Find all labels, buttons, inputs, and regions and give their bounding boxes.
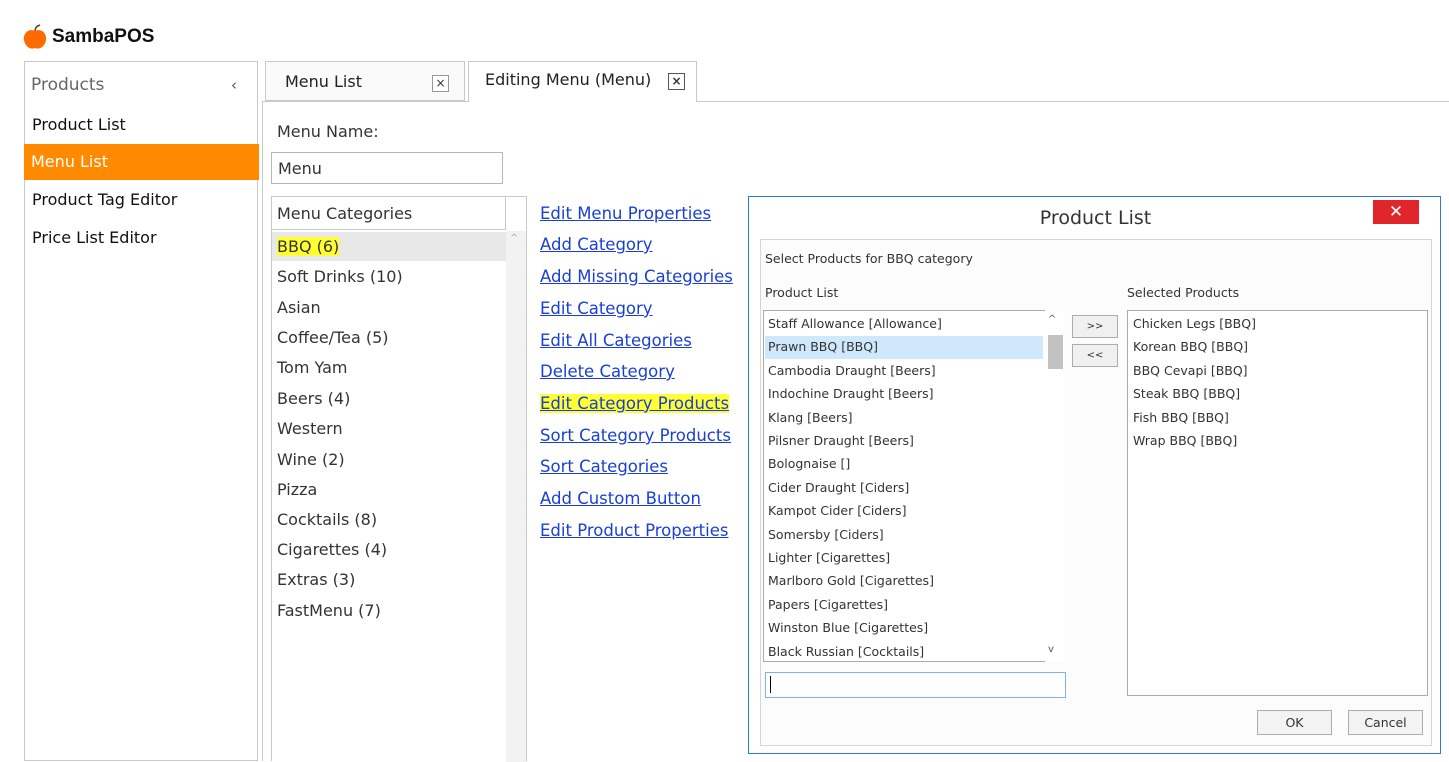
sidebar-collapse-icon[interactable]: ‹: [231, 76, 237, 94]
tab-label: Menu List: [285, 72, 362, 91]
product-item[interactable]: Bolognaise []: [768, 452, 850, 475]
category-item[interactable]: Cocktails (8): [277, 505, 377, 535]
content-border: [262, 101, 263, 761]
product-search-input[interactable]: [765, 672, 1066, 698]
category-item[interactable]: Beers (4): [277, 384, 350, 414]
edit-category-products-link[interactable]: Edit Category Products: [540, 394, 730, 413]
tab-strip-border: [262, 101, 1449, 102]
category-item[interactable]: FastMenu (7): [277, 596, 381, 626]
category-item[interactable]: Cigarettes (4): [277, 535, 387, 565]
product-list-box[interactable]: Staff Allowance [Allowance] Prawn BBQ [B…: [763, 310, 1064, 663]
product-list-scrollbar[interactable]: ^ v: [1044, 311, 1064, 661]
sidebar-title: Products: [31, 75, 105, 95]
selected-product-item[interactable]: Steak BBQ [BBQ]: [1133, 382, 1240, 405]
delete-category-link[interactable]: Delete Category: [540, 362, 675, 381]
sidebar-item-product-list[interactable]: Product List: [25, 107, 259, 143]
product-list-dialog: Product List ✕ Select Products for BBQ c…: [748, 196, 1441, 754]
product-list-label: Product List: [765, 285, 839, 300]
category-item[interactable]: Wine (2): [277, 445, 345, 475]
menu-name-input[interactable]: Menu: [271, 152, 503, 184]
selected-product-item[interactable]: Wrap BBQ [BBQ]: [1133, 429, 1237, 452]
add-custom-button-link[interactable]: Add Custom Button: [540, 489, 701, 508]
ok-button[interactable]: OK: [1257, 710, 1332, 735]
close-icon[interactable]: ×: [668, 73, 685, 90]
dialog-title: Product List: [1039, 207, 1152, 229]
tab-label: Editing Menu (Menu): [485, 70, 652, 89]
product-item[interactable]: Prawn BBQ [BBQ]: [768, 335, 878, 358]
sort-categories-link[interactable]: Sort Categories: [540, 457, 668, 476]
sidebar-item-price-list-editor[interactable]: Price List Editor: [25, 220, 259, 256]
selected-product-item[interactable]: Korean BBQ [BBQ]: [1133, 335, 1248, 358]
menu-categories-list: Menu Categories ^ BBQ (6) Soft Drinks (1…: [271, 196, 527, 762]
selected-product-item[interactable]: Fish BBQ [BBQ]: [1133, 406, 1229, 429]
scroll-up-icon[interactable]: ^: [1048, 314, 1056, 325]
dialog-close-button[interactable]: ✕: [1373, 200, 1419, 224]
tab-menu-list[interactable]: Menu List ×: [265, 61, 465, 101]
category-item[interactable]: Coffee/Tea (5): [277, 323, 389, 353]
edit-menu-properties-link[interactable]: Edit Menu Properties: [540, 204, 711, 223]
edit-category-link[interactable]: Edit Category: [540, 299, 653, 318]
cancel-button[interactable]: Cancel: [1348, 710, 1423, 735]
sambapos-logo-icon: [23, 24, 47, 49]
sidebar-header: Products ‹: [25, 62, 257, 107]
menu-categories-header: Menu Categories: [272, 197, 506, 230]
product-item[interactable]: Cambodia Draught [Beers]: [768, 359, 936, 382]
product-item[interactable]: Papers [Cigarettes]: [768, 593, 888, 616]
product-item[interactable]: Lighter [Cigarettes]: [768, 546, 890, 569]
product-item[interactable]: Marlboro Gold [Cigarettes]: [768, 569, 934, 592]
category-item[interactable]: BBQ (6): [277, 232, 340, 262]
app-title: SambaPOS: [52, 26, 155, 47]
close-icon[interactable]: ×: [432, 75, 449, 92]
product-item[interactable]: Somersby [Ciders]: [768, 523, 884, 546]
selected-product-item[interactable]: Chicken Legs [BBQ]: [1133, 312, 1256, 335]
selected-product-item[interactable]: BBQ Cevapi [BBQ]: [1133, 359, 1248, 382]
product-item[interactable]: Indochine Draught [Beers]: [768, 382, 934, 405]
add-missing-categories-link[interactable]: Add Missing Categories: [540, 267, 733, 286]
product-item[interactable]: Klang [Beers]: [768, 406, 853, 429]
categories-scrollbar[interactable]: ^: [506, 231, 526, 762]
category-item[interactable]: Extras (3): [277, 565, 355, 595]
menu-name-label: Menu Name:: [277, 122, 379, 141]
category-item[interactable]: Pizza: [277, 475, 317, 505]
sidebar: Products ‹ Product List Menu List Produc…: [24, 61, 259, 761]
scroll-down-icon[interactable]: v: [1048, 644, 1054, 655]
sidebar-item-product-tag-editor[interactable]: Product Tag Editor: [25, 182, 259, 218]
product-item[interactable]: Black Russian [Cocktails]: [768, 640, 924, 663]
scrollbar-thumb[interactable]: [1048, 335, 1063, 369]
category-item[interactable]: Tom Yam: [277, 353, 347, 383]
category-label: BBQ (6): [277, 237, 340, 256]
product-item[interactable]: Pilsner Draught [Beers]: [768, 429, 914, 452]
product-item[interactable]: Winston Blue [Cigarettes]: [768, 616, 928, 639]
category-item[interactable]: Asian: [277, 293, 321, 323]
add-category-link[interactable]: Add Category: [540, 235, 653, 254]
text-caret: [770, 676, 771, 693]
tab-editing-menu[interactable]: Editing Menu (Menu) ×: [468, 61, 697, 102]
edit-product-properties-link[interactable]: Edit Product Properties: [540, 521, 728, 540]
scroll-up-icon[interactable]: ^: [510, 233, 518, 244]
category-item[interactable]: Western: [277, 414, 343, 444]
dialog-panel: Select Products for BBQ category Product…: [760, 239, 1432, 746]
sidebar-item-menu-list[interactable]: Menu List: [24, 144, 259, 180]
product-item[interactable]: Cider Draught [Ciders]: [768, 476, 909, 499]
product-item[interactable]: Kampot Cider [Ciders]: [768, 499, 906, 522]
category-item[interactable]: Soft Drinks (10): [277, 262, 403, 292]
product-item[interactable]: Staff Allowance [Allowance]: [768, 312, 942, 335]
remove-product-button[interactable]: <<: [1072, 344, 1118, 367]
edit-all-categories-link[interactable]: Edit All Categories: [540, 331, 692, 350]
dialog-caption: Select Products for BBQ category: [765, 251, 973, 266]
selected-products-label: Selected Products: [1127, 285, 1240, 300]
add-product-button[interactable]: >>: [1072, 315, 1118, 338]
selected-products-box[interactable]: Chicken Legs [BBQ] Korean BBQ [BBQ] BBQ …: [1127, 310, 1428, 696]
sort-category-products-link[interactable]: Sort Category Products: [540, 426, 731, 445]
